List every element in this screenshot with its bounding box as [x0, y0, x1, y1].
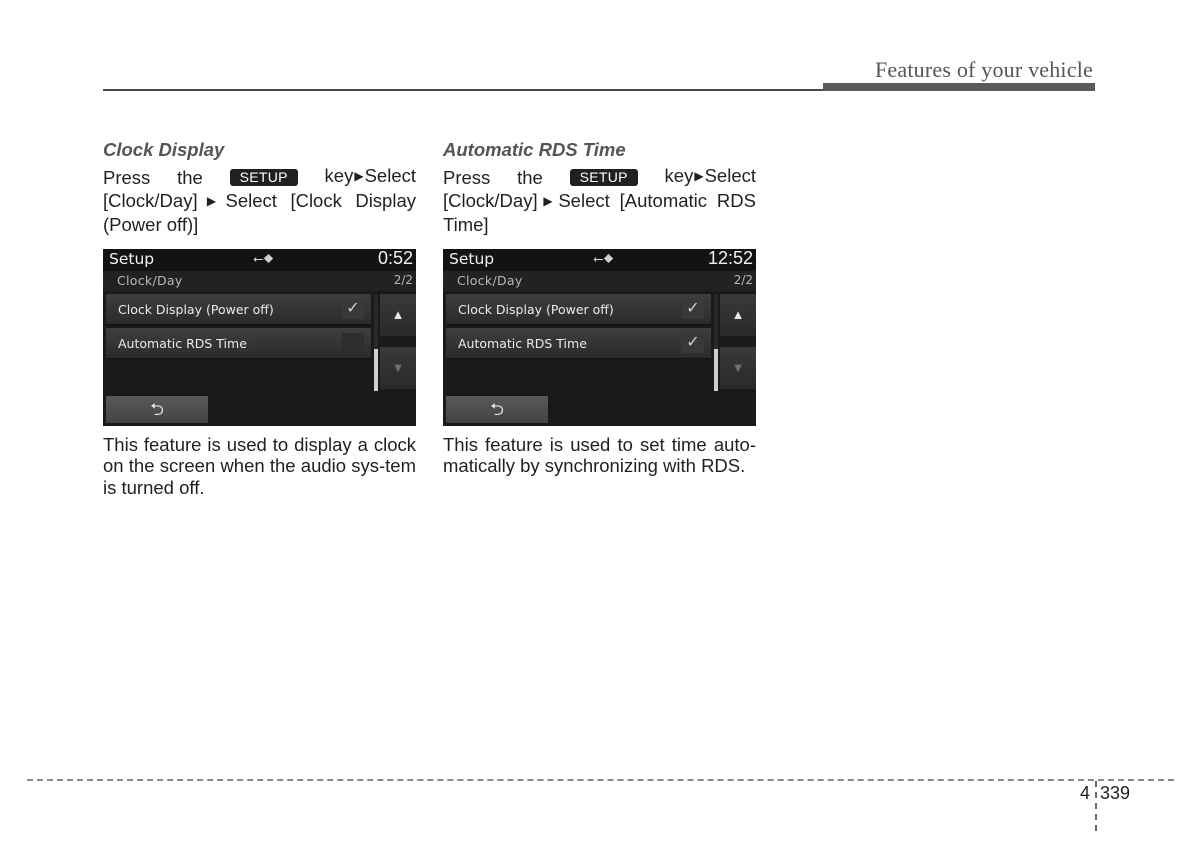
header-rule-accent	[823, 83, 1095, 91]
checkbox-checked[interactable]: ✓	[682, 332, 704, 353]
checkbox-checked[interactable]: ✓	[342, 298, 364, 319]
scrollbar-thumb[interactable]	[374, 348, 378, 391]
instr-text: key	[664, 165, 694, 186]
back-arrow-icon: ⮌	[490, 399, 504, 419]
instr-text: Select	[704, 165, 756, 186]
usb-icon: ⭠◆	[253, 250, 274, 266]
section-title: Clock Display	[103, 139, 225, 160]
screen-page-indicator: 2/2	[733, 272, 753, 287]
screen-subheader: Clock/Day 2/2	[443, 270, 756, 291]
page-number: 339	[1100, 783, 1131, 803]
screen-title-bar: Setup ⭠◆ 0:52	[103, 248, 416, 271]
scroll-up-button[interactable]: ▲	[380, 293, 416, 336]
checkbox-checked[interactable]: ✓	[682, 298, 704, 319]
header-rule	[103, 89, 825, 91]
arrow-right-icon: ▶	[538, 193, 558, 208]
menu-item-label: Clock Display (Power off)	[118, 301, 274, 317]
footer-divider	[27, 779, 1174, 781]
section-clock-display: Clock Display Press the SETUP key▶Select…	[103, 138, 416, 498]
instr-text: key	[324, 165, 354, 186]
screen-title: Setup	[109, 249, 155, 268]
menu-item-clock-display[interactable]: Clock Display (Power off) ✓	[106, 293, 371, 325]
scroll-up-button[interactable]: ▲	[720, 293, 756, 336]
instr-text: [Clock/Day]	[103, 189, 198, 211]
footer-vertical-divider	[1095, 781, 1097, 831]
setup-key-badge: SETUP	[229, 168, 298, 186]
chapter-number: 4	[1080, 783, 1091, 803]
menu-item-label: Clock Display (Power off)	[458, 301, 614, 317]
scrollbar-thumb[interactable]	[714, 348, 718, 391]
screen-breadcrumb: Clock/Day	[457, 272, 523, 288]
arrow-right-icon: ▶	[694, 169, 704, 183]
setup-screen: Setup ⭠◆ 12:52 Clock/Day 2/2 Clock Displ…	[443, 248, 756, 426]
section-title: Automatic RDS Time	[443, 139, 626, 160]
setup-key-badge: SETUP	[569, 168, 638, 186]
scroll-down-button[interactable]: ▼	[720, 346, 756, 389]
menu-item-automatic-rds-time[interactable]: Automatic RDS Time	[106, 327, 371, 359]
section-automatic-rds-time: Automatic RDS Time Press the SETUP key▶S…	[443, 138, 756, 477]
setup-screen: Setup ⭠◆ 0:52 Clock/Day 2/2 Clock Displa…	[103, 248, 416, 426]
screen-title-bar: Setup ⭠◆ 12:52	[443, 248, 756, 271]
triangle-down-icon: ▼	[391, 359, 405, 375]
menu-item-label: Automatic RDS Time	[458, 335, 587, 351]
instr-text: Press	[103, 166, 151, 188]
menu-item-label: Automatic RDS Time	[118, 335, 247, 351]
triangle-down-icon: ▼	[731, 359, 745, 375]
checkbox-unchecked[interactable]	[342, 332, 364, 353]
arrow-right-icon: ▶	[354, 169, 364, 183]
instr-text: the	[177, 166, 203, 188]
screen-page-indicator: 2/2	[393, 272, 413, 287]
usb-icon: ⭠◆	[593, 250, 614, 266]
section-description: This feature is used to set time auto-ma…	[443, 433, 756, 477]
screen-subheader: Clock/Day 2/2	[103, 270, 416, 291]
scroll-down-button[interactable]: ▼	[380, 346, 416, 389]
page-header-title: Features of your vehicle	[874, 57, 1093, 82]
instr-text: the	[517, 166, 543, 188]
back-arrow-icon: ⮌	[150, 399, 164, 419]
screen-clock: 0:52	[377, 248, 413, 268]
instr-text: [Clock/Day]	[443, 189, 538, 211]
instr-text: Select	[364, 165, 416, 186]
screen-breadcrumb: Clock/Day	[117, 272, 183, 288]
back-button[interactable]: ⮌	[106, 395, 208, 423]
screen-title: Setup	[449, 249, 495, 268]
menu-item-automatic-rds-time[interactable]: Automatic RDS Time ✓	[446, 327, 711, 359]
instr-text: Press	[443, 166, 491, 188]
triangle-up-icon: ▲	[731, 306, 745, 322]
arrow-right-icon: ▶	[198, 193, 225, 208]
section-description: This feature is used to display a clock …	[103, 433, 416, 498]
triangle-up-icon: ▲	[391, 306, 405, 322]
instructions: Press the SETUP key▶Select [Clock/Day]▶S…	[103, 165, 416, 236]
back-button[interactable]: ⮌	[446, 395, 548, 423]
screen-clock: 12:52	[707, 248, 753, 268]
instructions: Press the SETUP key▶Select [Clock/Day]▶S…	[443, 165, 756, 236]
menu-item-clock-display[interactable]: Clock Display (Power off) ✓	[446, 293, 711, 325]
